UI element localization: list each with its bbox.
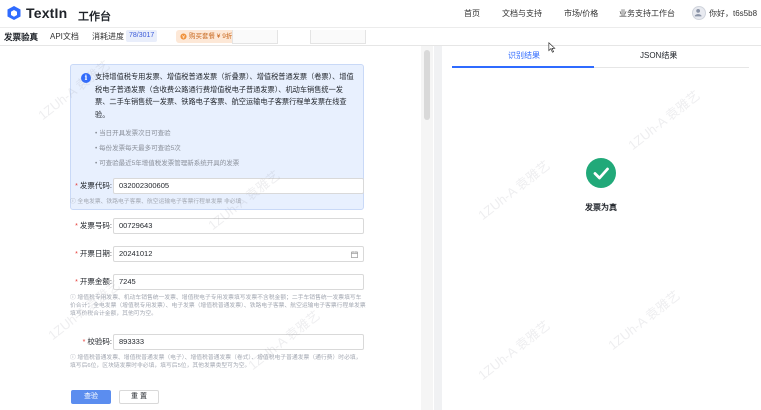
active-tab-indicator: [452, 66, 594, 68]
date-value: 20241012: [119, 249, 153, 258]
workspace-title: 工作台: [78, 11, 111, 23]
tab-recognition-result[interactable]: 识别结果: [508, 50, 540, 62]
checkmark-icon: [593, 167, 609, 180]
user-menu[interactable]: 你好，t6s5b8: [692, 6, 757, 20]
coupon-icon: ¥: [180, 33, 187, 40]
invoice-form-panel: i 支持增值税专用发票、增值税普通发票（折叠票）、增值税普通发票（卷票）、增值税…: [0, 46, 434, 410]
list-item: • 每份发票每天最多可查验5次: [95, 145, 181, 152]
verify-button[interactable]: 查验: [71, 390, 111, 404]
scrollbar-thumb[interactable]: [424, 50, 430, 120]
result-panel: 识别结果 JSON结果 发票为真: [442, 42, 761, 410]
textin-logo-icon: [7, 6, 21, 20]
page-title: 发票验真: [4, 32, 39, 42]
list-item: • 当日开具发票次日可查验: [95, 130, 171, 137]
brand-name: TextIn: [26, 5, 68, 21]
date-input[interactable]: 20241012: [113, 246, 364, 262]
field-hint: ⓘ 增值税普通发票、增值税普通发票（电子）、增值税普通发票（卷式）、增值税电子普…: [70, 355, 362, 369]
success-badge: [586, 158, 616, 188]
quota-label: 消耗进度: [92, 32, 124, 41]
field-hint: ⓘ 全电发票、铁路电子客票、航空运输电子客票行程单发票 非必填: [70, 199, 242, 205]
info-icon: i: [81, 73, 91, 83]
reset-button[interactable]: 重 置: [119, 390, 159, 404]
field-hint: ⓘ 增值税专用发票、机动车销售统一发票、增值税电子专用发票填写发票不含税金额；二…: [70, 295, 366, 317]
svg-text:¥: ¥: [182, 34, 185, 40]
avatar: [692, 6, 706, 20]
notice-main-text: 支持增值税专用发票、增值税普通发票（折叠票）、增值税普通发票（卷票）、增值税电子…: [95, 72, 354, 119]
nav-link-docs[interactable]: 文档与支持: [502, 8, 542, 19]
tab-json-result[interactable]: JSON结果: [640, 50, 677, 62]
field-label: * 开票金额:: [75, 277, 112, 286]
check-code-input[interactable]: 893333: [113, 334, 364, 350]
clipped-tab[interactable]: [310, 30, 366, 44]
field-label: * 开票日期:: [75, 249, 112, 258]
quota-badge: 78/3017: [126, 30, 158, 42]
user-icon: [694, 8, 702, 17]
top-navigation-bar: TextIn 工作台 首页 文档与支持 市场/价格 业务支持工作台 你好，t6s…: [0, 0, 761, 28]
nav-link-home[interactable]: 首页: [464, 8, 480, 19]
mouse-cursor-icon: [548, 42, 556, 53]
clipped-tab[interactable]: [232, 30, 278, 44]
user-greeting: 你好，t6s5b8: [709, 8, 758, 18]
logo[interactable]: TextIn: [6, 5, 67, 21]
notice-list: • 当日开具发票次日可查验 • 每份发票每天最多可查验5次 • 可查验最近5年增…: [95, 126, 357, 171]
calendar-icon[interactable]: [351, 251, 358, 258]
panel-divider: [434, 46, 442, 410]
api-doc-link[interactable]: API文档: [50, 31, 79, 42]
list-item: • 可查验最近5年增值税发票管理新系统开具的发票: [95, 160, 240, 167]
field-label: * 发票代码:: [75, 181, 112, 190]
nav-link-market-pricing[interactable]: 市场/价格: [564, 8, 598, 19]
field-label: * 校验码:: [82, 337, 112, 346]
verification-status: 发票为真: [585, 203, 617, 212]
form-scroll-area: i 支持增值税专用发票、增值税普通发票（折叠票）、增值税普通发票（卷票）、增值税…: [0, 46, 420, 410]
field-label: * 发票号码:: [75, 221, 112, 230]
invoice-number-input[interactable]: 00729643: [113, 218, 364, 234]
amount-input[interactable]: 7245: [113, 274, 364, 290]
sub-toolbar: 发票验真 API文档 消耗进度 78/3017 ¥ 购买套餐 ¥ 9折起: [0, 28, 761, 46]
nav-link-business-support[interactable]: 业务支持工作台: [619, 8, 675, 19]
invoice-code-input[interactable]: 032002300605: [113, 178, 364, 194]
